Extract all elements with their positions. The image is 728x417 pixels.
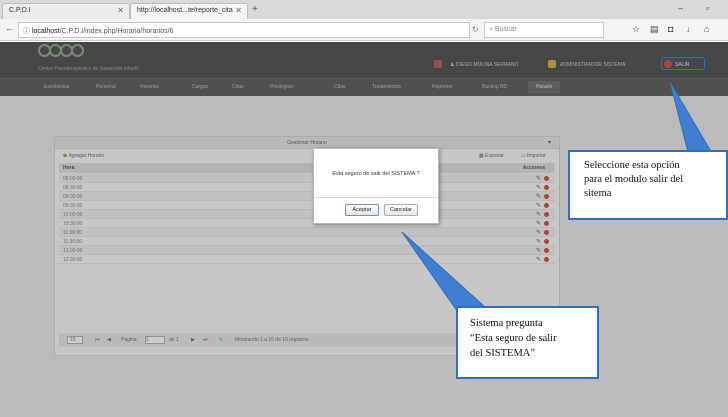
- screenshot-root: C.P.D.I ✕ http://localhost...te/reporte_…: [0, 0, 728, 417]
- salir-highlight: [661, 57, 705, 70]
- callout-salir: Seleccione esta opción para el modulo sa…: [568, 150, 728, 220]
- salir-callout-arrow: [669, 81, 717, 161]
- callout-dialog-text: Sistema pregunta “Esta seguro de salir d…: [470, 318, 557, 359]
- callout-dialog: Sistema pregunta “Esta seguro de salir d…: [456, 306, 599, 379]
- callout-salir-text: Seleccione esta opción para el modulo sa…: [584, 160, 684, 199]
